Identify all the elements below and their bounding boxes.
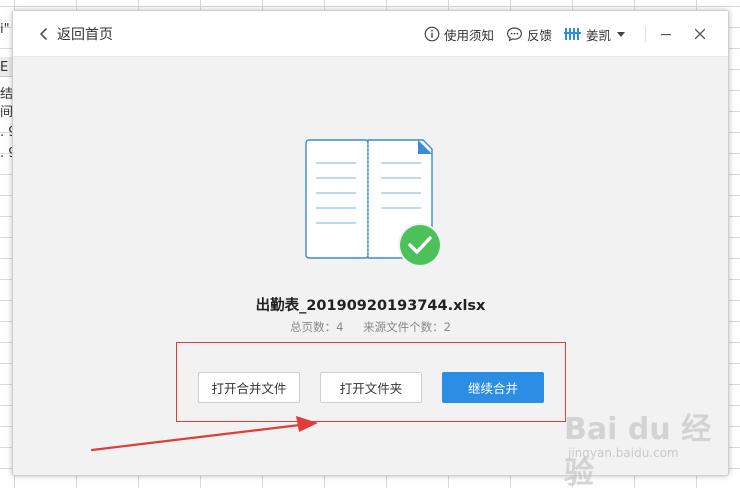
feedback-button[interactable]: 反馈 <box>506 25 552 44</box>
sheet-cell-fragment: 结 <box>0 87 12 102</box>
dialog-titlebar: 返回首页 使用须知 反馈 姜凯 <box>13 11 728 57</box>
titlebar-divider <box>645 26 646 42</box>
user-logo-icon <box>563 28 581 40</box>
sheet-cell-fragment: 间 <box>0 105 12 120</box>
watermark-url: jingyan.baidu.com <box>568 446 679 460</box>
user-account-menu[interactable]: 姜凯 <box>563 25 627 44</box>
chevron-left-icon <box>40 28 47 40</box>
back-to-home-label: 返回首页 <box>57 27 113 43</box>
back-to-home-button[interactable]: 返回首页 <box>37 24 113 44</box>
sheet-cell-fragment: . 9 <box>0 125 12 140</box>
open-merged-file-button[interactable]: 打开合并文件 <box>198 372 300 403</box>
close-icon <box>694 28 706 40</box>
total-pages-text: 总页数：4 <box>290 320 344 334</box>
user-name: 姜凯 <box>585 27 611 43</box>
source-files-text: 来源文件个数：2 <box>363 320 451 334</box>
continue-merge-button[interactable]: 继续合并 <box>442 372 544 403</box>
feedback-label: 反馈 <box>526 27 552 43</box>
feedback-icon <box>506 27 522 42</box>
sheet-cell-fragment: . 9 <box>0 146 12 161</box>
info-icon <box>424 26 440 42</box>
titlebar-actions: 使用须知 反馈 姜凯 <box>412 23 714 45</box>
usage-notice-button[interactable]: 使用须知 <box>424 25 494 44</box>
baidu-jingyan-watermark: Bai du 经验 jingyan.baidu.com <box>560 404 730 488</box>
open-folder-button[interactable]: 打开文件夹 <box>320 372 422 403</box>
merged-file-name: 出勤表_20190920193744.xlsx <box>255 298 486 314</box>
check-circle-icon <box>398 223 442 267</box>
usage-notice-label: 使用须知 <box>443 27 494 43</box>
minimize-button[interactable] <box>652 23 680 45</box>
merged-document-illustration <box>305 139 442 267</box>
close-button[interactable] <box>686 23 714 45</box>
sheet-cell-fragment: i" <box>0 22 10 37</box>
sheet-cell-fragment: E <box>0 60 9 75</box>
minimize-icon <box>661 34 671 36</box>
caret-down-icon <box>617 32 625 37</box>
merge-summary: 总页数：4 来源文件个数：2 <box>13 319 728 335</box>
